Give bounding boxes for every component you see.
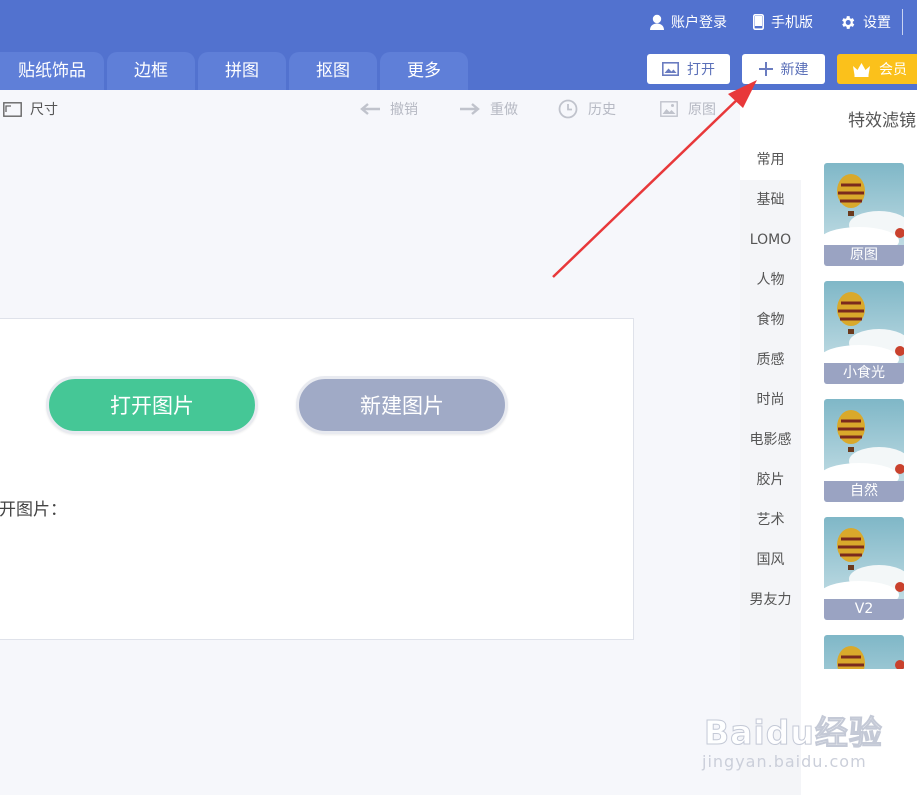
- filter-thumb-caption: 小食光: [824, 363, 904, 384]
- mobile-version-label: 手机版: [771, 15, 813, 31]
- filter-category-texture[interactable]: 质感: [740, 340, 801, 380]
- phone-icon: [753, 14, 764, 30]
- original-tool[interactable]: 原图: [660, 90, 716, 128]
- watermark-main-text: Baidu经验: [704, 713, 883, 753]
- redo-tool[interactable]: 重做: [460, 90, 518, 128]
- new-button-label: 新建: [780, 62, 809, 78]
- gear-icon: [842, 15, 855, 29]
- history-tool[interactable]: 历史: [558, 90, 616, 128]
- redo-tool-label: 重做: [490, 102, 518, 118]
- arrow-left-icon: [360, 103, 380, 115]
- size-tool[interactable]: 尺寸: [3, 90, 58, 128]
- arrow-right-icon: [460, 103, 480, 115]
- filter-category-fashion[interactable]: 时尚: [740, 380, 801, 420]
- top-links: 账户登录 手机版 设置: [624, 10, 891, 34]
- filter-category-boyfriend[interactable]: 男友力: [740, 580, 801, 620]
- undo-tool[interactable]: 撤销: [360, 90, 418, 128]
- app-header: 账户登录 手机版 设置 贴纸饰品 边框 拼图 抠图 更多 打开 新建 会员: [0, 0, 917, 90]
- recent-images-label: 开图片：: [0, 500, 67, 520]
- filter-category-film[interactable]: 胶片: [740, 460, 801, 500]
- new-button[interactable]: 新建: [742, 54, 825, 84]
- balloon-thumbnail-image: [824, 635, 904, 669]
- tab-collage[interactable]: 拼图: [198, 52, 286, 90]
- settings-label: 设置: [863, 15, 891, 31]
- filter-category-common[interactable]: 常用: [740, 140, 801, 180]
- filter-thumb-caption: 原图: [824, 245, 904, 266]
- filter-category-chinese-style[interactable]: 国风: [740, 540, 801, 580]
- filter-panel-title: 特效滤镜: [848, 111, 916, 131]
- vip-button[interactable]: 会员: [837, 54, 917, 84]
- watermark-sub-text: jingyan.baidu.com: [702, 752, 867, 771]
- settings-link[interactable]: 设置: [839, 12, 891, 32]
- image-icon: [662, 62, 679, 76]
- start-card: 打开图片 新建图片 开图片：: [0, 318, 634, 640]
- filter-category-cinematic[interactable]: 电影感: [740, 420, 801, 460]
- resize-icon: [3, 101, 22, 117]
- filter-category-basic[interactable]: 基础: [740, 180, 801, 220]
- account-login-label: 账户登录: [671, 15, 727, 31]
- filter-thumb-caption: 自然: [824, 481, 904, 502]
- open-image-button[interactable]: 打开图片: [46, 376, 258, 434]
- picture-icon: [660, 101, 678, 117]
- filter-thumb-natural[interactable]: 自然: [824, 399, 904, 502]
- size-tool-label: 尺寸: [30, 102, 58, 118]
- filter-thumb-original[interactable]: 原图: [824, 163, 904, 266]
- mobile-version-link[interactable]: 手机版: [753, 12, 813, 32]
- filter-thumb-v2[interactable]: V2: [824, 517, 904, 620]
- filter-thumb-xiaoshiguang[interactable]: 小食光: [824, 281, 904, 384]
- history-tool-label: 历史: [588, 102, 616, 118]
- tab-cutout[interactable]: 抠图: [289, 52, 377, 90]
- new-image-button[interactable]: 新建图片: [296, 376, 508, 434]
- account-login-link[interactable]: 账户登录: [650, 12, 727, 32]
- clock-icon: [558, 99, 578, 119]
- tab-more[interactable]: 更多: [380, 52, 468, 90]
- original-tool-label: 原图: [688, 102, 716, 118]
- open-button[interactable]: 打开: [647, 54, 730, 84]
- filter-category-lomo[interactable]: LOMO: [740, 220, 801, 260]
- tab-borders[interactable]: 边框: [107, 52, 195, 90]
- undo-tool-label: 撤销: [390, 102, 418, 118]
- filter-thumb-caption: V2: [824, 599, 904, 620]
- plus-icon: [758, 62, 773, 76]
- edit-toolbar: 尺寸 撤销 重做 历史 原图: [0, 90, 740, 128]
- open-button-label: 打开: [687, 62, 715, 78]
- filter-category-food[interactable]: 食物: [740, 300, 801, 340]
- baidu-watermark: Baidu经验 jingyan.baidu.com: [702, 692, 902, 778]
- filter-category-portrait[interactable]: 人物: [740, 260, 801, 300]
- filter-thumb-partial[interactable]: [824, 635, 904, 669]
- feature-tabs: 贴纸饰品 边框 拼图 抠图 更多: [0, 52, 471, 90]
- user-icon: [650, 14, 664, 30]
- crown-icon: [853, 62, 870, 77]
- header-separator: [902, 9, 903, 35]
- filter-category-art[interactable]: 艺术: [740, 500, 801, 540]
- vip-button-label: 会员: [879, 62, 907, 78]
- tab-stickers[interactable]: 贴纸饰品: [0, 52, 104, 90]
- filter-panel: 特效滤镜 常用 基础 LOMO 人物 食物 质感 时尚 电影感 胶片 艺术 国风…: [740, 90, 917, 795]
